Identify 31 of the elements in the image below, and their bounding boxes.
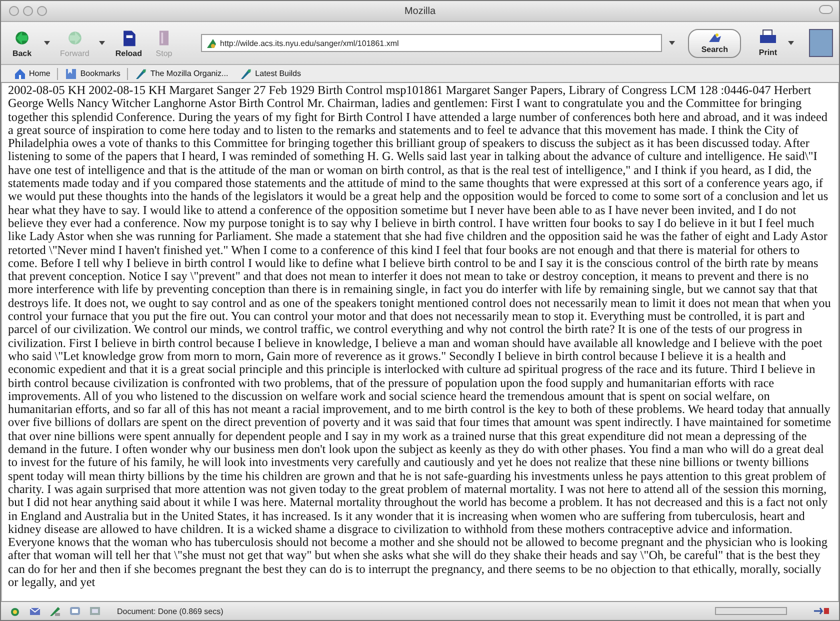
address-field[interactable]: http://wilde.acs.its.nyu.edu/sanger/xml/101861.xml (201, 34, 662, 52)
bookmark-link[interactable]: Latest Builds (235, 68, 306, 80)
sidebar-toggle-button[interactable] (809, 29, 833, 57)
navigator-icon (9, 605, 21, 617)
window-title: Mozilla (404, 6, 436, 16)
bookmark-link-icon (135, 68, 148, 80)
print-button[interactable]: Print (755, 27, 781, 59)
bookmark-link-icon (240, 68, 252, 80)
close-button[interactable] (9, 6, 19, 16)
address-book-icon (89, 605, 101, 617)
bookmarks-icon (65, 68, 78, 80)
security-icon (813, 605, 831, 617)
search-button[interactable]: Search (688, 28, 741, 58)
dropdown-caret-icon[interactable] (44, 41, 50, 45)
toolbar-toggle-button[interactable] (819, 5, 833, 14)
zoom-button[interactable] (37, 6, 47, 16)
reload-button[interactable]: Reload (112, 26, 146, 60)
house-icon (14, 68, 26, 80)
dropdown-caret-icon[interactable] (669, 41, 676, 45)
mail-icon (29, 605, 41, 617)
back-button[interactable]: Back (7, 26, 37, 60)
dropdown-caret-icon[interactable] (788, 41, 794, 45)
bookmark-link[interactable]: Bookmarks (60, 68, 126, 80)
chat-icon (69, 605, 81, 617)
status-text: Document: Done (0.869 secs) (117, 606, 224, 616)
minimize-button[interactable] (23, 6, 33, 16)
bookmark-link[interactable]: The Mozilla Organiz... (130, 68, 234, 80)
dropdown-caret-icon[interactable] (99, 41, 106, 45)
document-text: 2002-08-05 KH 2002-08-15 KH Margaret Sanger 27 Feb 1929 Birth Control msp101861 Margaret Sanger Papers, Library of Congress LCM 128 :0446-047 Herbert George Wells Nancy Witcher Langhorne Astor Birth Control Mr. Chairman, ladies and gentlemen: First I want to congratulate you and the Committee for bringing together this splendid Conference. During the years of my fight for Birth Control I have attended a large number of conferences both here and abroad, and it was indeed a great source of inspiration to come here today and to listen to the remarks and statements and to feel te advance that this movement has made. I think the City of Philadelphia owes a vote of thanks to this Committee for bringing together this brilliant group of speakers to discuss the subject as it has been discussed today. After listening to some of the papers that I heard, I was reminded of something H. G. Wells said last year in talking about the advance of culture and intelligence. He said\"I have one test of intelligence and that is the attitude of the man or woman on birth control, as that is the real test of intelligence," and I think if you heard, as I did, the statements made today and if you compared those statements and the attitude of mind to the same thoughts that were expressed at this sort of a conference years ago, if we would put these thoughts into the hands of the legislators it would be a great help and the opposition would be forced to come to some sort of a conclusion and let us hear what they have to say. I would like to attend a conference of the opposition sometime but I never have been able to as I have never been invited, and I do not believe they ever had a conference. Now my purpose tonight is to say why I believe in birth control. I have written four books to say I do believe in it but I feel much like Lady Astor when she was running for Parliament. She made a statement that she had five children and the opposition said he was the father of eight and Lady Astor retorted \"Never mind I haven't finished yet." When I come to a conference of this kind I feel that four books are not enough and that there is material for others to come. Before I tell why I believe in birth control I would like to define what I believe birth control to be and I say it is the conscious control of the birth rate by means that prevent conception. Notice I say \"prevent" and that does not mean to interfer it does not mean to take or destroy conception, it means to prevent and there is no more interference with life by preventing conception than there is in remaining single, in fact you do interfer with life by remaining single, but we cannot say that that destroys life. It does not, we ought to say control and as one of the speakers tonight mentioned control does not necessarily mean to limit it does not mean that when you control your furnace that you put the fire out. You can control your motor and that does not necessarily mean to stop it. Everything must be controlled, it is part and parcel of our civilization. We control our minds, we control traffic, we control everything and why not control the birth rate? It is one of the tests of our progress in civilization. First I believe in birth control because I believe in knowledge, I believe a man and woman should have available all knowledge and I believe with the poet who said \"Let knowledge grow from morn to morn, Gain more of reverence as it grows." Secondly I believe in birth control because I believe it is a health and economic expedient and that it is a great social principle and this principle is interlocked with culture ad spiritual progress of the race and its future. Third I believe in birth control because civilization is confronted with two problems, that of the pressure of population upon the food supply and humanitarian efforts with race improvements. All of you who listened to the discussion on welfare work and social science heard the tremendous amount that is spent on social welfare, on humanitarian efforts, and so far all of this has not meant a racial improvement, and to me birth control is the key to both of these problems. We heard today that annually over five billions of dollars are spent on the direct prevention of poverty and it was said that four times that amount was spent indirectly. I have maintained for sometime that over nine billions were spent annually for dependent people and I say in my work as a trained nurse that this great expenditure did not mean a depressing of the demand in the future. I often wonder why our business men don't look upon the subject as keenly as they do with other phases. You find a man who will do a great deal to invest for the future of his family, he will look into investments very carefully and cautiously and yet he does not realize that these nine billions or twenty billions spent today will mean thirty billions by the time his children are grown and that he is not safe-guarding his investments unless he pays attention to this great problem of charity. I was again surprised that more attention was not given today to the great problem of maternal mortality. I was not here to attend all of the session this morning, but I did not hear anything said about it while I was here. Maternal mortality throughout the world has become a problem. It has not decreased and this is a fact not only in England and Australia but in the United States, it has increased. Is it any wonder that it is increasing when women who are suffering from tuberculosis, heart and kidney disease are allowed to have children. It is a wicked shame a disgrace to civilization to withhold from these mothers contraceptive advice and information. Everyone knows that the woman who has tuberculosis should not become a mother and she should not be allowed to become pregnant and the physician who is looking after that woman will tell her that \"she must not get that way" but when she asks what she will do they shake their heads and say \"Oh, be careful" that is the best they can do for her and then if she becomes pregnant the best they can do is to interrupt the pregnancy, and there seems to be no objection to that ethically, morally, socially or legally, and yet (7, 83, 832, 590)
composer-icon (49, 605, 61, 617)
bookmark-link[interactable]: Home (9, 68, 56, 80)
